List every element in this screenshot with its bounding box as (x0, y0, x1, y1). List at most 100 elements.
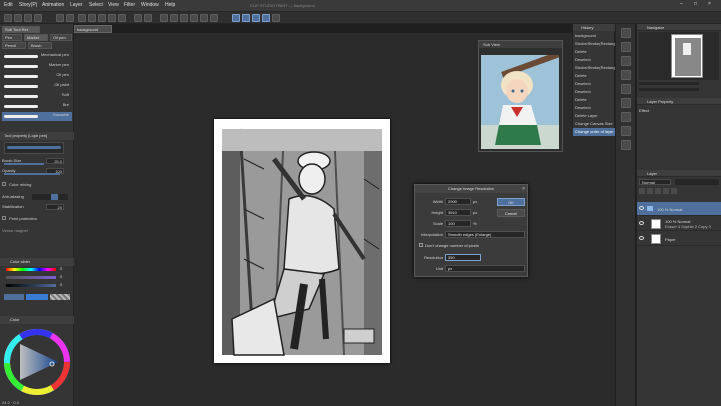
history-item[interactable]: background (573, 32, 615, 40)
navigator-icon[interactable] (621, 28, 631, 38)
toggle-icon[interactable] (272, 14, 280, 22)
zoom-slider[interactable] (639, 82, 699, 85)
tab-pen[interactable]: Pen (2, 34, 22, 41)
history-item[interactable]: Stroke/Stroke(Rectangle) (573, 40, 615, 48)
menu-select[interactable]: Select (89, 2, 103, 8)
info-icon[interactable] (621, 112, 631, 122)
history-icon[interactable] (621, 56, 631, 66)
close-icon[interactable]: × (708, 1, 711, 7)
snap-perspective-icon[interactable] (262, 14, 270, 22)
invert-icon[interactable] (190, 14, 198, 22)
interpolation-select[interactable]: Smooth edges (Enlarge) (445, 231, 525, 238)
saturation-slider[interactable] (6, 276, 56, 279)
history-item[interactable]: Stroke/Stroke(Rectangle) (573, 64, 615, 72)
brush-item[interactable]: Marker pen (2, 62, 72, 71)
fill-icon[interactable] (160, 14, 168, 22)
minimize-icon[interactable]: – (680, 1, 683, 7)
width-input[interactable]: 2000 (445, 198, 471, 205)
history-item[interactable]: Deselect (573, 56, 615, 64)
stabilization-row[interactable]: Stabilization 20 (2, 204, 72, 212)
tab-brush[interactable]: Brush (28, 42, 52, 49)
menu-filter[interactable]: Filter (124, 2, 135, 8)
menu-window[interactable]: Window (141, 2, 159, 8)
lock-icon[interactable] (655, 188, 661, 194)
trash-icon[interactable] (671, 188, 677, 194)
opacity-row[interactable]: Opacity 100 (2, 168, 72, 176)
history-item[interactable]: Change Canvas Size (573, 120, 615, 128)
gear-icon[interactable] (56, 14, 64, 22)
transform-icon[interactable] (108, 14, 116, 22)
dialog-close-icon[interactable]: × (522, 186, 525, 192)
search-icon[interactable] (621, 84, 631, 94)
history-item[interactable]: Delete Layer (573, 112, 615, 120)
navigator-preview[interactable] (639, 32, 719, 80)
print-icon[interactable] (34, 14, 42, 22)
anti-aliasing-selector[interactable] (32, 194, 68, 200)
rotate-slider[interactable] (639, 88, 699, 91)
maximize-icon[interactable]: □ (694, 1, 697, 7)
resolution-input[interactable]: 350 (445, 254, 481, 261)
menu-layer[interactable]: Layer (70, 2, 83, 8)
value-slider[interactable] (6, 284, 56, 287)
subtool-tab[interactable]: Sub Tool Ret (2, 26, 40, 33)
open-icon[interactable] (14, 14, 22, 22)
history-item[interactable]: Delete (573, 72, 615, 80)
drawing-page[interactable] (214, 119, 390, 363)
tab-oil-pen[interactable]: Oil pen (50, 34, 72, 41)
hue-slider[interactable] (6, 268, 56, 271)
layers-icon[interactable] (98, 14, 106, 22)
main-color-swatch[interactable] (4, 294, 24, 300)
snap-ruler-icon[interactable] (232, 14, 240, 22)
point-protection-row[interactable]: Point protection (2, 216, 72, 224)
menu-view[interactable]: View (108, 2, 119, 8)
cancel-button[interactable]: Cancel (497, 209, 525, 217)
layer-row-selected[interactable]: 100 % Normal (637, 202, 721, 216)
grid-icon[interactable] (78, 14, 86, 22)
menu-story[interactable]: Story(P) (19, 2, 37, 8)
ruler-icon[interactable] (210, 14, 218, 22)
layer-row[interactable]: Paper (637, 232, 721, 246)
opacity-slider-layer[interactable] (675, 179, 719, 185)
anti-aliasing-row[interactable]: Anti-aliasing (2, 194, 72, 202)
snap-grid-icon[interactable] (252, 14, 260, 22)
new-folder-icon[interactable] (647, 188, 653, 194)
history-item[interactable]: Deselect (573, 104, 615, 112)
tab-marker[interactable]: Marker (24, 34, 48, 41)
brush-size-value[interactable]: 25.0 (46, 158, 64, 164)
eye-icon[interactable] (639, 221, 644, 225)
canvas-tab[interactable]: background (74, 25, 112, 33)
brush-item[interactable]: Soft (2, 92, 72, 101)
brush-item[interactable]: Gouache (2, 112, 72, 121)
mask-icon[interactable] (663, 188, 669, 194)
save-icon[interactable] (24, 14, 32, 22)
menu-help[interactable]: Help (165, 2, 175, 8)
menu-animation[interactable]: Animation (42, 2, 64, 8)
material-icon[interactable] (621, 70, 631, 80)
unit-select[interactable]: px (445, 265, 525, 272)
action-icon[interactable] (621, 126, 631, 136)
blend-mode-select[interactable]: Normal (639, 179, 671, 185)
transparent-swatch[interactable] (50, 294, 70, 300)
color-wheel[interactable] (2, 326, 72, 398)
folder-icon[interactable] (621, 98, 631, 108)
new-layer-icon[interactable] (639, 188, 645, 194)
history-item[interactable]: Deselect (573, 80, 615, 88)
redo-icon[interactable] (144, 14, 152, 22)
menu-edit[interactable]: Edit (4, 2, 13, 8)
brush-item[interactable]: Oil pen (2, 72, 72, 81)
brush-size-row[interactable]: Brush Size 25.0 (2, 158, 72, 166)
brush-item[interactable]: Bre (2, 102, 72, 111)
undo-icon[interactable] (134, 14, 142, 22)
color-mixing-checkbox[interactable] (2, 182, 6, 186)
sub-color-swatch[interactable] (26, 294, 48, 300)
tab-pencil[interactable]: Pencil (2, 42, 26, 49)
select-all-icon[interactable] (170, 14, 178, 22)
eye-icon[interactable] (639, 236, 644, 240)
brush-item[interactable]: Oil paint (2, 82, 72, 91)
height-input[interactable]: 3510 (445, 209, 471, 216)
point-protection-checkbox[interactable] (2, 216, 6, 220)
ok-button[interactable]: OK (497, 198, 525, 206)
layer-row[interactable]: 100 % Normal Eraser 4 Sophie 2 Copy 3 (637, 217, 721, 231)
new-icon[interactable] (4, 14, 12, 22)
color-mixing-row[interactable]: Color mixing (2, 182, 72, 190)
